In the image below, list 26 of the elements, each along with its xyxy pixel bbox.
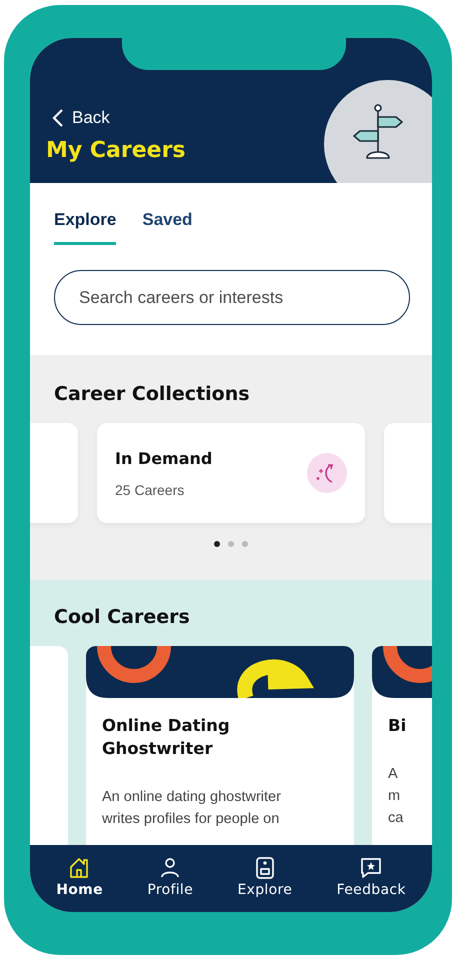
- career-title: Online Dating Ghostwriter: [101, 715, 231, 760]
- tab[interactable]: Explore: [54, 207, 116, 245]
- page-title: My Careers: [46, 138, 186, 163]
- nav-item[interactable]: Feedback: [332, 856, 410, 898]
- section-title: Career Collections: [54, 383, 250, 405]
- tab[interactable]: Saved: [142, 207, 192, 245]
- page-dot[interactable]: [242, 541, 248, 547]
- career-description: An online dating ghostwriter writes profiles for people on: [102, 788, 282, 829]
- page-dot[interactable]: [228, 541, 234, 547]
- career-description: A m ca: [388, 765, 404, 828]
- collection-title: In Demand: [115, 448, 212, 468]
- back-link[interactable]: Back: [52, 108, 110, 128]
- career-title: Bi: [387, 715, 408, 737]
- career-card[interactable]: Online Dating Ghostwriter An online dating ghostwriter writes profiles for people on: [86, 646, 354, 845]
- nav-item[interactable]: Home: [52, 856, 107, 898]
- feedback-icon: [359, 856, 384, 880]
- page-dot[interactable]: [214, 541, 220, 547]
- back-chevron-icon: [52, 108, 64, 128]
- search-field[interactable]: Search careers or interests: [54, 270, 410, 325]
- career-card[interactable]: Bi A m ca: [372, 646, 432, 845]
- nav-item[interactable]: Explore: [234, 856, 296, 898]
- collection-card[interactable]: In Demand 25 Careers: [97, 423, 365, 523]
- signpost-icon: [352, 104, 404, 160]
- section-title: Cool Careers: [54, 606, 190, 628]
- collection-count: 25 Careers: [115, 482, 186, 498]
- nav-item[interactable]: Profile: [143, 856, 198, 898]
